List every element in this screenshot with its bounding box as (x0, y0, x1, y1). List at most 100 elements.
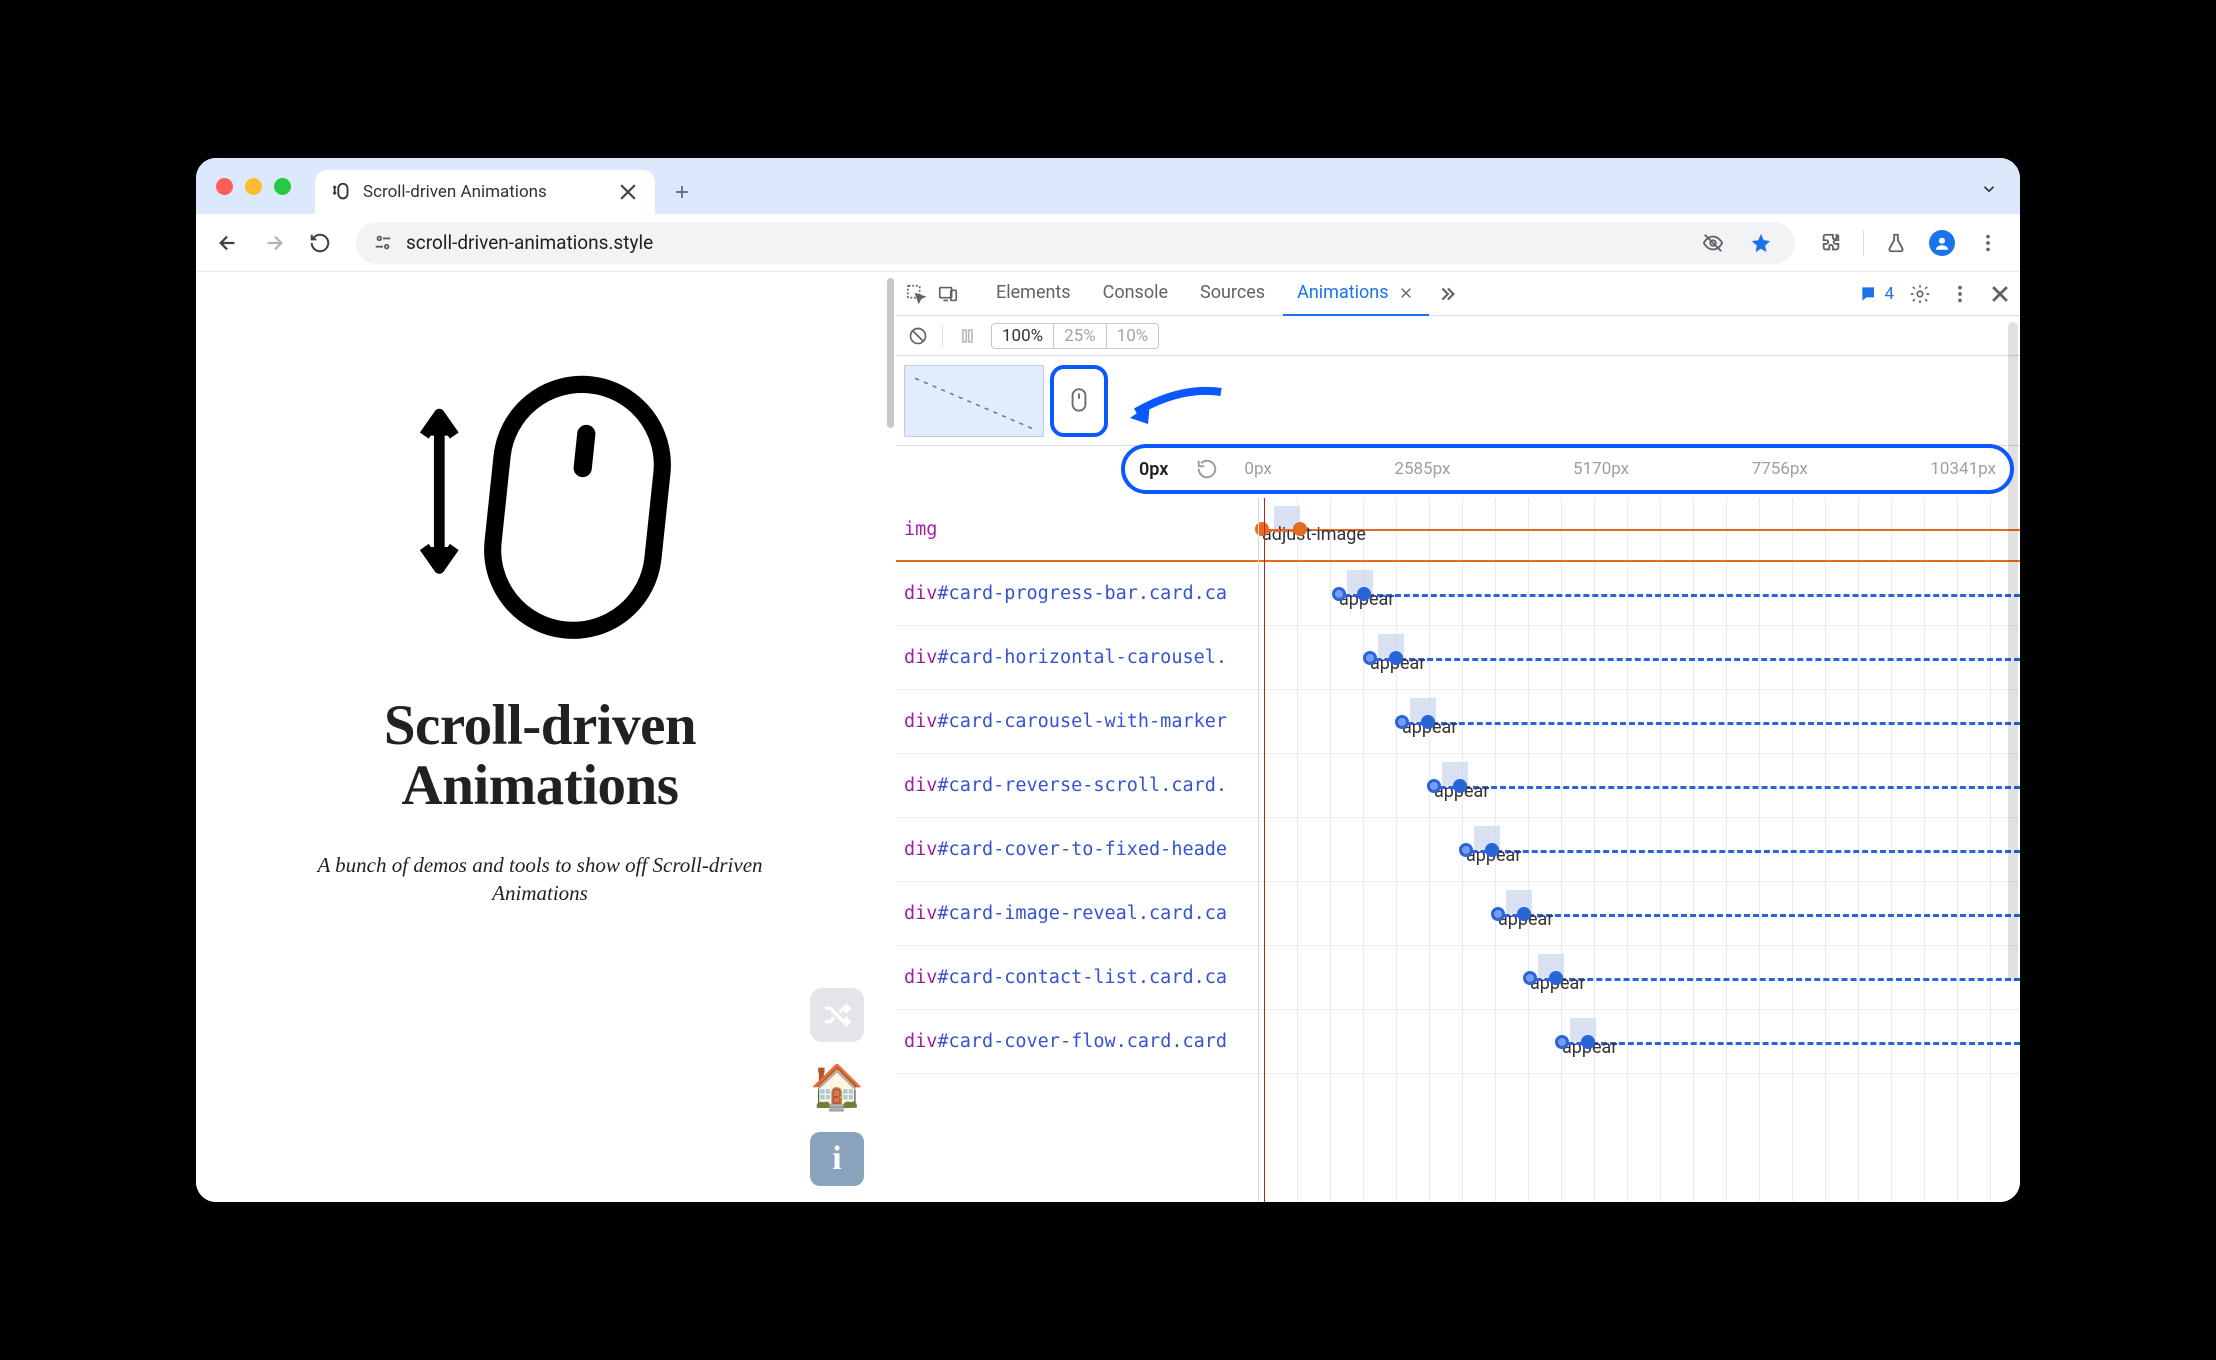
expand-tabs-button[interactable] (1972, 172, 2006, 206)
speed-100[interactable]: 100% (992, 324, 1054, 348)
address-bar[interactable]: scroll-driven-animations.style (356, 222, 1795, 264)
keyframe-end[interactable] (1581, 1035, 1595, 1049)
tab-sources[interactable]: Sources (1186, 272, 1279, 316)
animations-toolbar: 100% 25% 10% (896, 316, 2020, 356)
clear-animations-icon[interactable] (904, 322, 932, 350)
animation-track[interactable]: appear (1258, 626, 2020, 689)
tab-animations[interactable]: Animations (1283, 272, 1428, 316)
bookmark-star-icon[interactable] (1743, 225, 1779, 261)
animation-range[interactable] (1430, 775, 1464, 797)
new-tab-button[interactable] (665, 175, 699, 209)
label-track-divider (1258, 498, 1259, 1202)
keyframe-end[interactable] (1549, 971, 1563, 985)
labs-icon[interactable] (1878, 225, 1914, 261)
forward-button[interactable] (256, 225, 292, 261)
page-subtitle: A bunch of demos and tools to show off S… (310, 851, 770, 908)
settings-icon[interactable] (1906, 280, 1934, 308)
keyframe-start[interactable] (1332, 587, 1346, 601)
back-button[interactable] (210, 225, 246, 261)
keyframe-end[interactable] (1421, 715, 1435, 729)
animation-row[interactable]: div#card-progress-bar.card.caappear (896, 562, 2020, 626)
keyframe-end[interactable] (1453, 779, 1467, 793)
animation-range[interactable] (1335, 583, 1368, 605)
speed-25[interactable]: 25% (1054, 324, 1107, 348)
close-window-icon[interactable] (216, 178, 233, 195)
animation-row[interactable]: div#card-cover-to-fixed-headeappear (896, 818, 2020, 882)
device-toolbar-icon[interactable] (934, 280, 962, 308)
panel-splitter[interactable] (884, 272, 896, 1202)
browser-menu-icon[interactable] (1970, 225, 2006, 261)
more-tabs-icon[interactable] (1433, 280, 1461, 308)
playhead-marker-icon[interactable] (1256, 498, 1272, 499)
animation-range[interactable] (1398, 711, 1432, 733)
keyframe-end[interactable] (1389, 651, 1403, 665)
keyframe-start[interactable] (1427, 779, 1441, 793)
keyframe-end[interactable] (1485, 843, 1499, 857)
animation-group-preview[interactable] (904, 365, 1044, 437)
animation-track[interactable]: appear (1258, 562, 2020, 625)
speed-10[interactable]: 10% (1107, 324, 1159, 348)
playhead-line[interactable] (1264, 498, 1265, 1202)
tab-favicon-icon (331, 181, 353, 203)
profile-button[interactable] (1924, 225, 1960, 261)
animation-range[interactable] (1494, 903, 1528, 925)
devtools-menu-icon[interactable] (1946, 280, 1974, 308)
animation-continuation (1258, 529, 2020, 531)
keyframe-end[interactable] (1293, 522, 1307, 536)
animation-track[interactable]: appear (1258, 818, 2020, 881)
maximize-window-icon[interactable] (274, 178, 291, 195)
timeline-ruler[interactable]: 0px 0px 2585px 5170px 7756px 10341px (1121, 444, 2014, 494)
scroll-driven-indicator[interactable] (1050, 365, 1108, 437)
animation-track[interactable]: appear (1258, 754, 2020, 817)
shuffle-button[interactable] (810, 988, 864, 1042)
replay-icon[interactable] (1194, 456, 1220, 482)
site-settings-icon[interactable] (372, 232, 394, 254)
animation-track[interactable]: appear (1258, 690, 2020, 753)
close-tab-icon[interactable] (1397, 284, 1415, 302)
animation-track[interactable]: adjust-image (1258, 498, 2020, 560)
tab-elements[interactable]: Elements (982, 272, 1085, 316)
animations-timeline[interactable]: imgadjust-imagediv#card-progress-bar.car… (896, 498, 2020, 1202)
animation-range[interactable] (1526, 967, 1560, 989)
animation-row[interactable]: div#card-carousel-with-markerappear (896, 690, 2020, 754)
close-tab-icon[interactable] (617, 181, 639, 203)
tab-console[interactable]: Console (1089, 272, 1182, 316)
animation-track[interactable]: appear (1258, 882, 2020, 945)
browser-tab[interactable]: Scroll-driven Animations (315, 170, 655, 214)
animation-row[interactable]: div#card-horizontal-carousel.appear (896, 626, 2020, 690)
extensions-icon[interactable] (1813, 225, 1849, 261)
close-devtools-icon[interactable] (1986, 280, 2014, 308)
keyframe-start[interactable] (1459, 843, 1473, 857)
inspect-element-icon[interactable] (902, 280, 930, 308)
animation-row[interactable]: div#card-image-reveal.card.caappear (896, 882, 2020, 946)
animation-continuation (1432, 722, 2020, 725)
keyframe-start[interactable] (1395, 715, 1409, 729)
keyframe-start[interactable] (1523, 971, 1537, 985)
hide-tracking-icon[interactable] (1695, 225, 1731, 261)
splitter-handle[interactable] (887, 278, 894, 428)
pause-icon[interactable] (953, 322, 981, 350)
keyframe-start[interactable] (1363, 651, 1377, 665)
keyframe-start[interactable] (1491, 907, 1505, 921)
animation-range[interactable] (1558, 1031, 1592, 1053)
minimize-window-icon[interactable] (245, 178, 262, 195)
home-button[interactable]: 🏠 (810, 1060, 864, 1114)
keyframe-end[interactable] (1357, 587, 1371, 601)
animation-row[interactable]: div#card-contact-list.card.caappear (896, 946, 2020, 1010)
keyframe-end[interactable] (1517, 907, 1531, 921)
animation-continuation (1496, 850, 2020, 853)
tick: 2585px (1394, 459, 1450, 479)
animation-row[interactable]: imgadjust-image (896, 498, 2020, 562)
animation-range[interactable] (1462, 839, 1496, 861)
devtools-scrollbar[interactable] (2008, 322, 2018, 982)
issues-button[interactable]: 4 (1859, 284, 1894, 304)
animation-track[interactable]: appear (1258, 946, 2020, 1009)
keyframe-start[interactable] (1555, 1035, 1569, 1049)
animation-row[interactable]: div#card-reverse-scroll.card.appear (896, 754, 2020, 818)
animation-row[interactable]: div#card-cover-flow.card.cardappear (896, 1010, 2020, 1074)
animation-track[interactable]: appear (1258, 1010, 2020, 1073)
reload-button[interactable] (302, 225, 338, 261)
rendered-page[interactable]: Scroll-driven Animations A bunch of demo… (196, 272, 884, 1202)
info-button[interactable]: i (810, 1132, 864, 1186)
animation-range[interactable] (1366, 647, 1400, 669)
